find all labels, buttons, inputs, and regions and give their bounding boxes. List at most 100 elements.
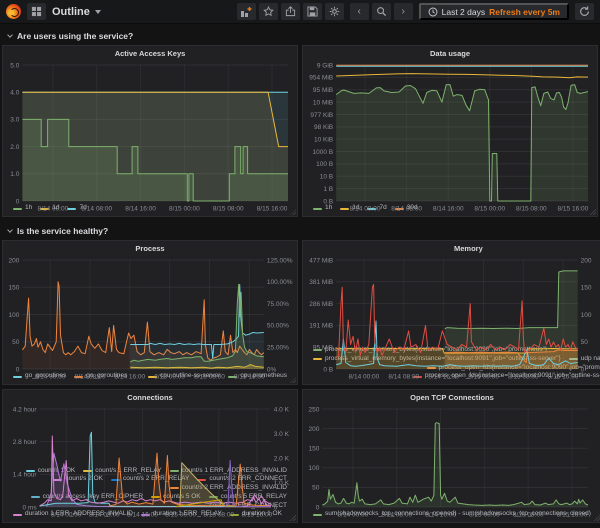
panel-title[interactable]: Data usage [303, 46, 597, 60]
grafana-logo-icon[interactable] [6, 4, 21, 19]
svg-text:100: 100 [581, 312, 592, 319]
chevron-down-icon [7, 31, 13, 38]
row-toggle-healthy[interactable]: Is the service healthy? [2, 221, 598, 240]
svg-text:8/15 08:00: 8/15 08:00 [203, 512, 234, 519]
chart-connections[interactable]: 4.2 hour 2.8 hour 1.4 hour 0 ms 4.0 K 3.0 K 2.… [3, 404, 297, 518]
row-title: Is the service healthy? [17, 225, 109, 236]
svg-text:9 GiB: 9 GiB [317, 62, 333, 69]
svg-text:1.4 hour: 1.4 hour [13, 472, 38, 479]
time-shift-forward-button[interactable]: › [393, 3, 413, 20]
svg-text:75.00%: 75.00% [267, 301, 289, 308]
svg-text:3.0 K: 3.0 K [274, 431, 290, 438]
svg-text:10 MiB: 10 MiB [313, 99, 333, 106]
row-toggle-users[interactable]: Are users using the service? [2, 26, 598, 45]
svg-text:150: 150 [581, 285, 592, 292]
caret-down-icon [94, 9, 101, 14]
panel-title[interactable]: Process [3, 241, 297, 255]
svg-text:8/15 00:00: 8/15 00:00 [468, 374, 499, 381]
svg-text:8/15 00:00: 8/15 00:00 [169, 206, 200, 213]
refresh-button[interactable] [575, 3, 594, 20]
svg-text:50.00%: 50.00% [267, 323, 289, 330]
top-nav: Outline ‹ › Last 2 days Refresh every 5m [0, 0, 600, 24]
panel-row-1: Active Access Keys 5.0 4.0 3.0 2.0 1.0 0 8/14 … [2, 45, 598, 217]
chart-active-access-keys[interactable]: 5.0 4.0 3.0 2.0 1.0 0 8/14 00:00 8/14 08:00 8/14… [3, 60, 297, 213]
panel-title[interactable]: Connections [3, 390, 297, 404]
svg-text:8/15 16:00: 8/15 16:00 [234, 374, 265, 381]
svg-text:8/15 00:00: 8/15 00:00 [165, 512, 196, 519]
refresh-interval-label: Refresh every 5m [489, 6, 560, 17]
svg-text:477 MiB: 477 MiB [309, 257, 333, 264]
svg-text:8/15 16:00: 8/15 16:00 [257, 206, 288, 213]
svg-text:0 ms: 0 ms [23, 504, 38, 511]
svg-text:100: 100 [8, 312, 19, 319]
panel-resize-handle[interactable] [290, 209, 296, 215]
svg-text:95 MiB: 95 MiB [313, 87, 333, 94]
svg-text:8/14 00:00: 8/14 00:00 [338, 512, 369, 519]
save-button[interactable] [302, 3, 322, 20]
time-zoom-group: ‹ › [349, 3, 413, 20]
svg-text:200: 200 [8, 257, 19, 264]
svg-text:8/14 00:00: 8/14 00:00 [38, 206, 69, 213]
panel-title[interactable]: Memory [303, 241, 600, 255]
panel-memory: Memory 477 MiB 381 MiB 286 MiB 191 MiB 95 Mi… [302, 240, 600, 385]
svg-text:8/14 08:00: 8/14 08:00 [75, 374, 106, 381]
svg-text:1 B: 1 B [323, 186, 333, 193]
svg-text:4.0: 4.0 [10, 90, 19, 97]
panel-resize-handle[interactable] [593, 515, 600, 521]
panel-title[interactable]: Active Access Keys [3, 46, 297, 60]
svg-text:50: 50 [12, 339, 20, 346]
svg-text:8/15 08:00: 8/15 08:00 [213, 206, 244, 213]
chart-memory[interactable]: 477 MiB 381 MiB 286 MiB 191 MiB 95 MiB 0 B 200… [303, 255, 600, 380]
svg-text:8/14 16:00: 8/14 16:00 [125, 206, 156, 213]
svg-text:1.0: 1.0 [10, 171, 19, 178]
panel-active-access-keys: Active Access Keys 5.0 4.0 3.0 2.0 1.0 0 8/14 … [2, 45, 298, 217]
time-shift-back-button[interactable]: ‹ [349, 3, 369, 20]
time-range-picker[interactable]: Last 2 days Refresh every 5m [418, 3, 569, 20]
svg-text:8/14 00:00: 8/14 00:00 [51, 512, 82, 519]
svg-text:0: 0 [316, 504, 320, 511]
dashboard-picker-button[interactable] [27, 3, 46, 20]
star-icon [262, 6, 274, 17]
svg-text:2.8 hour: 2.8 hour [13, 439, 38, 446]
svg-text:100 B: 100 B [316, 161, 333, 168]
svg-text:25.00%: 25.00% [267, 345, 289, 352]
star-button[interactable] [258, 3, 278, 20]
svg-text:381 MiB: 381 MiB [309, 279, 333, 286]
panel-resize-handle[interactable] [290, 515, 296, 521]
svg-text:3.0: 3.0 [10, 117, 19, 124]
panel-connections: Connections 4.2 hour 2.8 hour 1.4 hour 0 ms… [2, 389, 298, 523]
chevron-right-icon: › [401, 6, 405, 17]
panel-title[interactable]: Open TCP Connections [303, 390, 600, 404]
share-icon [285, 6, 295, 17]
svg-text:0: 0 [274, 504, 278, 511]
svg-text:191 MiB: 191 MiB [309, 323, 333, 330]
chart-open-tcp-connections[interactable]: 250 200 150 100 50 0 8/14 00:00 8/14 08:00 8/14 … [303, 404, 600, 519]
settings-button[interactable] [324, 3, 344, 20]
panel-resize-handle[interactable] [290, 377, 296, 383]
svg-text:8/15 16:00: 8/15 16:00 [548, 374, 579, 381]
panel-open-tcp-connections: Open TCP Connections 250 200 150 100 50 0 8/14… [302, 389, 600, 523]
magnifier-icon [376, 7, 386, 17]
svg-text:200: 200 [581, 257, 592, 264]
dashboard-content: Are users using the service? Active Acce… [0, 24, 600, 523]
share-button[interactable] [280, 3, 300, 20]
panel-data-usage: Data usage 9 GiB 954 MiB 95 MiB 10 MiB 977 K… [302, 45, 598, 217]
svg-text:8/14 00:00: 8/14 00:00 [350, 206, 381, 213]
zoom-out-button[interactable] [371, 3, 391, 20]
add-panel-button[interactable] [236, 3, 256, 20]
gear-icon [329, 6, 339, 17]
apps-grid-icon [31, 6, 42, 17]
svg-text:0%: 0% [267, 366, 277, 373]
svg-text:8/15 08:00: 8/15 08:00 [516, 206, 547, 213]
panel-resize-handle[interactable] [590, 209, 596, 215]
svg-text:8/15 16:00: 8/15 16:00 [558, 206, 589, 213]
chart-process[interactable]: 200 150 100 50 0 125.00% 100.00% 75.00% 50.00% 25… [3, 255, 297, 380]
svg-text:8/14 16:00: 8/14 16:00 [428, 374, 459, 381]
dashboard-title-dropdown[interactable]: Outline [52, 6, 101, 18]
svg-text:8/14 16:00: 8/14 16:00 [425, 512, 456, 519]
panel-actions-group [236, 3, 344, 20]
panel-row-2: Process 200 150 100 50 0 125.00% 100.00% 75.00%… [2, 240, 600, 385]
svg-text:8/15 08:00: 8/15 08:00 [513, 512, 544, 519]
chart-data-usage[interactable]: 9 GiB 954 MiB 95 MiB 10 MiB 977 KiB 98 KiB 10 … [303, 60, 597, 212]
clock-icon [428, 7, 438, 16]
